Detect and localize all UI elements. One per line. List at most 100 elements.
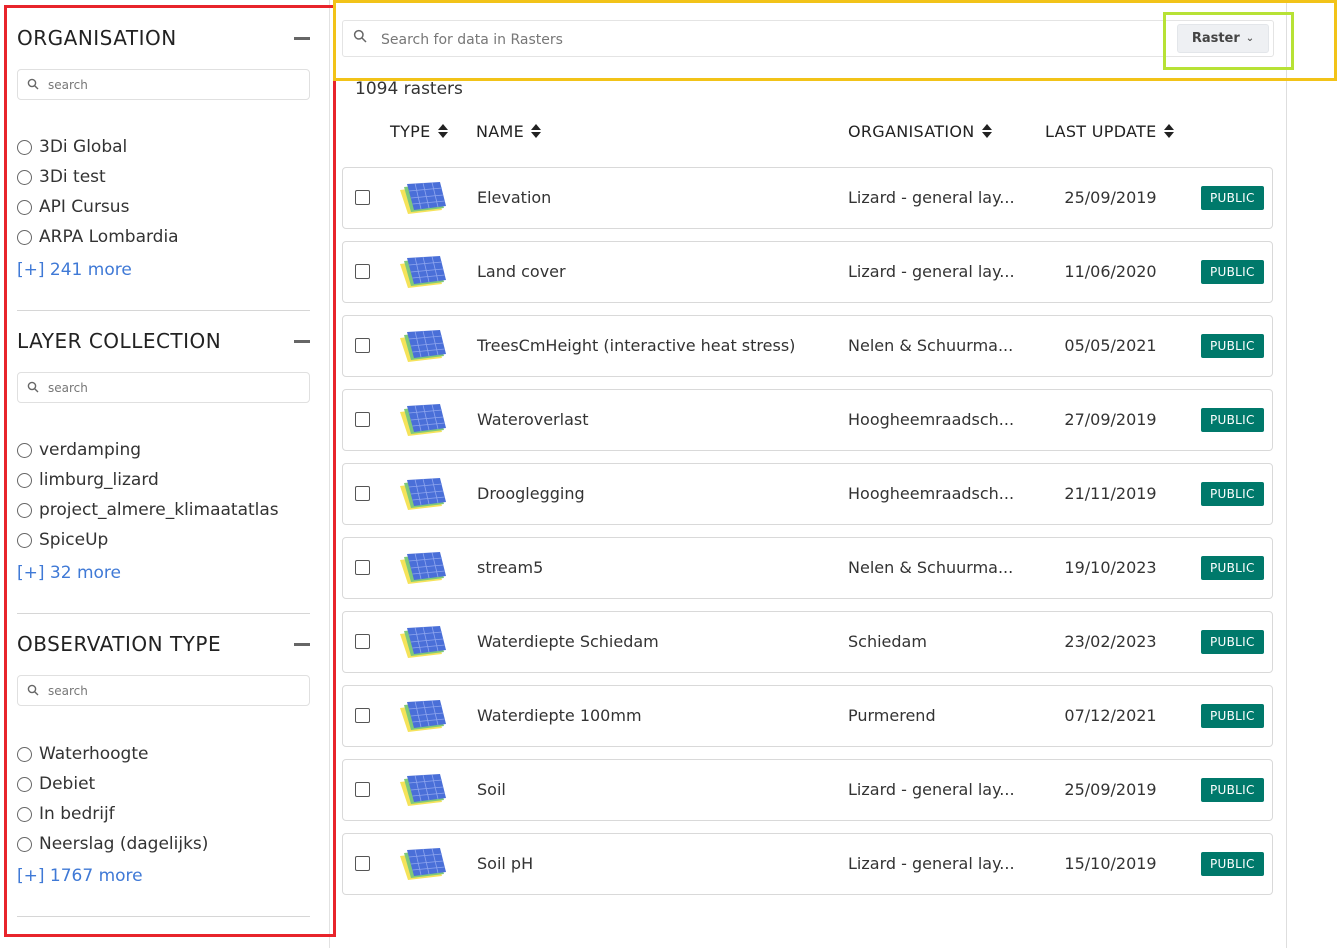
radio-button[interactable] bbox=[17, 776, 32, 792]
sort-icon bbox=[437, 124, 448, 138]
facet-option-list: Waterhoogte Debiet In bedrijf Neerslag (… bbox=[17, 739, 208, 859]
result-row[interactable]: Waterdiepte 100mm Purmerend 07/12/2021 PUBL… bbox=[342, 685, 1273, 747]
raster-name: Waterdiepte Schiedam bbox=[477, 632, 659, 651]
result-row[interactable]: Wateroverlast Hoogheemraadsch... 27/09/201… bbox=[342, 389, 1273, 451]
facet-option[interactable]: API Cursus bbox=[17, 192, 179, 222]
facet-option-label: In bedrijf bbox=[39, 804, 115, 824]
result-row[interactable]: Land cover Lizard - general lay... 11/06/2… bbox=[342, 241, 1273, 303]
raster-name: Soil pH bbox=[477, 854, 534, 873]
search-input[interactable] bbox=[381, 29, 1161, 51]
raster-layers-icon bbox=[398, 328, 448, 366]
search-bar bbox=[342, 20, 1274, 57]
facet-search-input[interactable] bbox=[48, 75, 298, 95]
raster-organisation: Purmerend bbox=[848, 706, 936, 725]
radio-button[interactable] bbox=[17, 472, 32, 488]
raster-layers-icon bbox=[398, 476, 448, 514]
public-badge: PUBLIC bbox=[1201, 556, 1264, 580]
result-row[interactable]: Waterdiepte Schiedam Schiedam 23/02/2023 PU… bbox=[342, 611, 1273, 673]
radio-button[interactable] bbox=[17, 806, 32, 822]
radio-button[interactable] bbox=[17, 169, 32, 185]
column-header-type[interactable]: TYPE bbox=[390, 120, 448, 142]
facet-search-input[interactable] bbox=[48, 681, 298, 701]
radio-button[interactable] bbox=[17, 746, 32, 762]
facet-option-label: Waterhoogte bbox=[39, 744, 149, 764]
content-border bbox=[1286, 0, 1287, 948]
data-type-dropdown[interactable]: Raster ⌄ bbox=[1177, 24, 1269, 53]
row-checkbox[interactable] bbox=[355, 190, 370, 205]
search-icon bbox=[27, 381, 39, 393]
result-row[interactable]: Soil Lizard - general lay... 25/09/2019 PUB… bbox=[342, 759, 1273, 821]
facet-option-label: 3Di test bbox=[39, 167, 106, 187]
row-checkbox[interactable] bbox=[355, 856, 370, 871]
row-checkbox[interactable] bbox=[355, 708, 370, 723]
radio-button[interactable] bbox=[17, 502, 32, 518]
facet-option[interactable]: project_almere_klimaatatlas bbox=[17, 495, 279, 525]
row-checkbox[interactable] bbox=[355, 782, 370, 797]
facet-search-input[interactable] bbox=[48, 378, 298, 398]
raster-organisation: Lizard - general lay... bbox=[848, 854, 1015, 873]
raster-last-update: 15/10/2019 bbox=[1064, 854, 1157, 873]
facet-option-label: project_almere_klimaatatlas bbox=[39, 500, 279, 520]
radio-button[interactable] bbox=[17, 442, 32, 458]
raster-name: Soil bbox=[477, 780, 506, 799]
facet-option-label: 3Di Global bbox=[39, 137, 128, 157]
column-header-last-update[interactable]: LAST UPDATE bbox=[1045, 120, 1174, 142]
divider bbox=[17, 310, 310, 311]
result-row[interactable]: stream5 Nelen & Schuurma... 19/10/2023 PUBL… bbox=[342, 537, 1273, 599]
radio-button[interactable] bbox=[17, 532, 32, 548]
show-more-link[interactable]: [+] 1767 more bbox=[17, 866, 143, 886]
facet-option[interactable]: Neerslag (dagelijks) bbox=[17, 829, 208, 859]
minus-icon[interactable] bbox=[294, 333, 310, 349]
raster-layers-icon bbox=[398, 402, 448, 440]
facet-option[interactable]: In bedrijf bbox=[17, 799, 208, 829]
public-badge: PUBLIC bbox=[1201, 852, 1264, 876]
raster-organisation: Nelen & Schuurma... bbox=[848, 558, 1014, 577]
row-checkbox[interactable] bbox=[355, 634, 370, 649]
facet-option[interactable]: 3Di test bbox=[17, 162, 179, 192]
row-checkbox[interactable] bbox=[355, 264, 370, 279]
facet-option[interactable]: Debiet bbox=[17, 769, 208, 799]
column-header-organisation[interactable]: ORGANISATION bbox=[848, 120, 992, 142]
facet-search-box bbox=[17, 372, 310, 403]
raster-last-update: 25/09/2019 bbox=[1064, 780, 1157, 799]
facet-option[interactable]: SpiceUp bbox=[17, 525, 279, 555]
raster-layers-icon bbox=[398, 846, 448, 884]
minus-icon[interactable] bbox=[294, 30, 310, 46]
minus-icon[interactable] bbox=[294, 636, 310, 652]
result-row[interactable]: Elevation Lizard - general lay... 25/09/20… bbox=[342, 167, 1273, 229]
raster-organisation: Lizard - general lay... bbox=[848, 262, 1015, 281]
radio-button[interactable] bbox=[17, 229, 32, 245]
radio-button[interactable] bbox=[17, 836, 32, 852]
row-checkbox[interactable] bbox=[355, 486, 370, 501]
facet-option-label: Debiet bbox=[39, 774, 96, 794]
facet-option[interactable]: ARPA Lombardia bbox=[17, 222, 179, 252]
facet-option[interactable]: verdamping bbox=[17, 435, 279, 465]
facet-option[interactable]: Waterhoogte bbox=[17, 739, 208, 769]
raster-layers-icon bbox=[398, 624, 448, 662]
raster-last-update: 21/11/2019 bbox=[1064, 484, 1157, 503]
row-checkbox[interactable] bbox=[355, 560, 370, 575]
raster-layers-icon bbox=[398, 772, 448, 810]
radio-button[interactable] bbox=[17, 199, 32, 215]
result-row[interactable]: Drooglegging Hoogheemraadsch... 21/11/2019… bbox=[342, 463, 1273, 525]
show-more-link[interactable]: [+] 241 more bbox=[17, 260, 132, 280]
facet-option[interactable]: 3Di Global bbox=[17, 132, 179, 162]
divider bbox=[17, 916, 310, 917]
filter-sidebar: ORGANISATION 3Di Global 3Di test API Cur… bbox=[0, 0, 330, 948]
raster-last-update: 11/06/2020 bbox=[1064, 262, 1157, 281]
facet-option-label: Neerslag (dagelijks) bbox=[39, 834, 209, 854]
facet-option[interactable]: limburg_lizard bbox=[17, 465, 279, 495]
row-checkbox[interactable] bbox=[355, 338, 370, 353]
radio-button[interactable] bbox=[17, 139, 32, 155]
search-icon bbox=[27, 78, 39, 90]
public-badge: PUBLIC bbox=[1201, 334, 1264, 358]
result-row[interactable]: Soil pH Lizard - general lay... 15/10/2019… bbox=[342, 833, 1273, 895]
search-icon bbox=[27, 684, 39, 696]
facet-observation-type: OBSERVATION TYPE Waterhoogte Debiet In b… bbox=[17, 630, 310, 886]
column-header-name[interactable]: NAME bbox=[476, 120, 542, 142]
raster-layers-icon bbox=[398, 180, 448, 218]
show-more-link[interactable]: [+] 32 more bbox=[17, 563, 121, 583]
result-row[interactable]: TreesCmHeight (interactive heat stress) N… bbox=[342, 315, 1273, 377]
public-badge: PUBLIC bbox=[1201, 704, 1264, 728]
row-checkbox[interactable] bbox=[355, 412, 370, 427]
